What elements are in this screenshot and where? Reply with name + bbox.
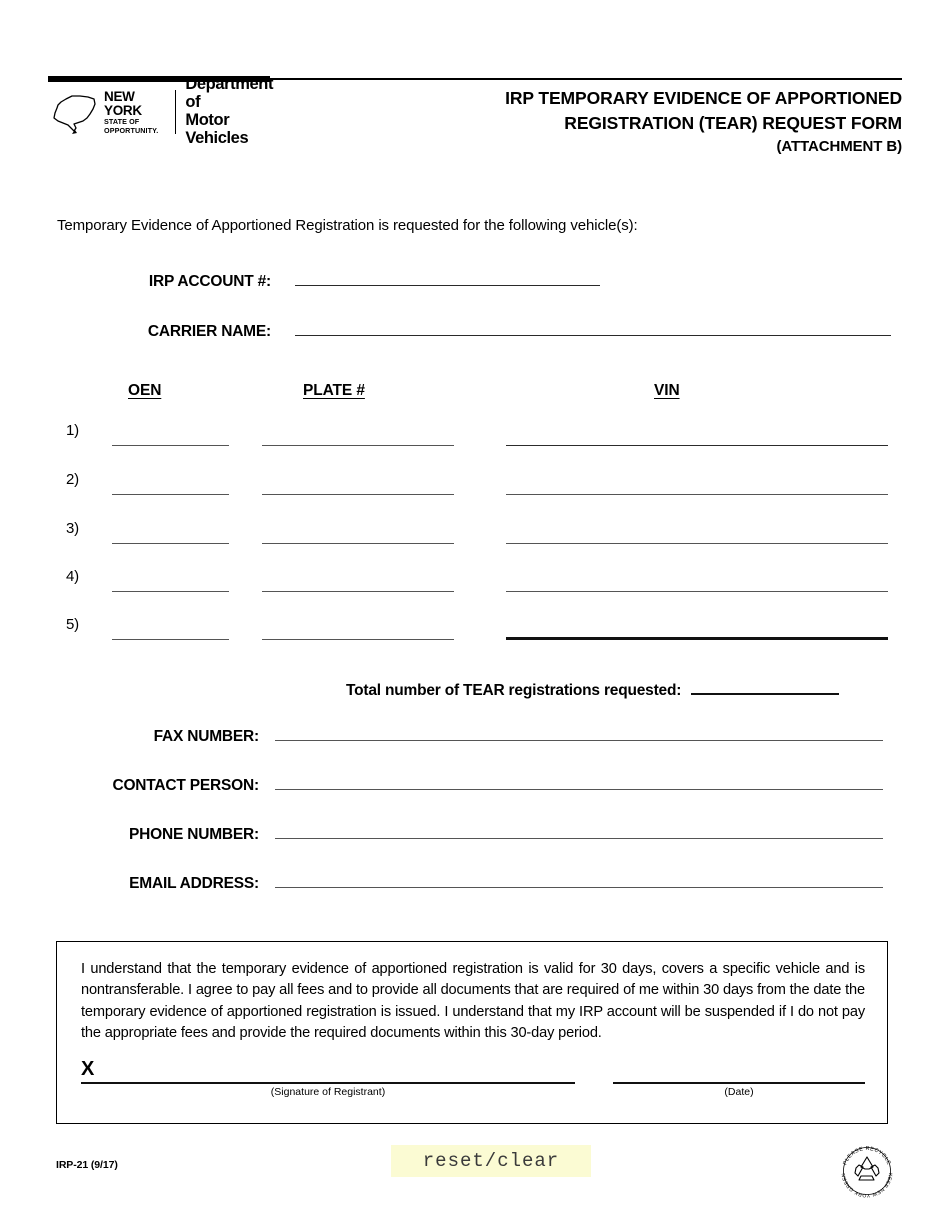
- signature-caption: (Signature of Registrant): [270, 1086, 386, 1098]
- total-registrations-row: Total number of TEAR registrations reque…: [346, 676, 840, 700]
- svg-text:PLEASE RECYCLE: PLEASE RECYCLE: [842, 1146, 891, 1166]
- column-header-oen: OEN: [128, 382, 162, 399]
- vin-input-2[interactable]: [506, 494, 888, 495]
- plate-input-4[interactable]: [262, 591, 454, 592]
- irp-account-input[interactable]: [295, 268, 600, 286]
- carrier-name-label: CARRIER NAME:: [147, 323, 271, 340]
- table-row: 4): [66, 568, 888, 592]
- irp-account-label: IRP ACCOUNT #:: [148, 273, 271, 290]
- email-address-input[interactable]: [275, 870, 883, 888]
- vin-input-1[interactable]: [506, 445, 888, 446]
- contact-person-label: CONTACT PERSON:: [112, 777, 259, 794]
- total-registrations-label: Total number of TEAR registrations reque…: [346, 682, 682, 699]
- fax-number-label: FAX NUMBER:: [153, 728, 260, 745]
- oen-input-3[interactable]: [112, 543, 229, 544]
- fax-number-input[interactable]: [275, 723, 883, 741]
- vin-input-4[interactable]: [506, 591, 888, 592]
- signature-area: X (Signature of Registrant) (Date): [57, 1059, 887, 1111]
- logo-agency-name: Department of Motor Vehicles: [185, 76, 280, 147]
- form-title: IRP TEMPORARY EVIDENCE OF APPORTIONED RE…: [362, 86, 902, 157]
- table-row: 2): [66, 471, 888, 495]
- plate-input-5[interactable]: [262, 639, 454, 640]
- table-row: 3): [66, 520, 888, 544]
- logo-opportunity: OPPORTUNITY.: [104, 125, 159, 135]
- contact-person-row: CONTACT PERSON:: [56, 772, 883, 795]
- logo-department-of: Department of: [185, 75, 274, 112]
- attestation-text: I understand that the temporary evidence…: [81, 961, 865, 1041]
- contact-person-input[interactable]: [275, 772, 883, 790]
- phone-number-row: PHONE NUMBER:: [56, 821, 883, 844]
- form-title-line1: IRP TEMPORARY EVIDENCE OF APPORTIONED: [505, 88, 902, 108]
- oen-input-2[interactable]: [112, 494, 229, 495]
- table-row: 5): [66, 616, 888, 640]
- phone-number-label: PHONE NUMBER:: [128, 826, 259, 843]
- date-caption: (Date): [724, 1086, 754, 1098]
- header-rule-thin: [270, 78, 902, 80]
- row-number: 5): [66, 616, 79, 633]
- row-number: 1): [66, 422, 79, 439]
- email-address-row: EMAIL ADDRESS:: [56, 870, 883, 893]
- signature-input[interactable]: [81, 1082, 575, 1084]
- email-address-label: EMAIL ADDRESS:: [129, 875, 259, 892]
- plate-input-3[interactable]: [262, 543, 454, 544]
- signature-x-mark: X: [81, 1058, 95, 1080]
- logo-divider: [175, 90, 177, 134]
- carrier-name-input[interactable]: [295, 318, 891, 336]
- fax-number-row: FAX NUMBER:: [56, 723, 883, 746]
- intro-text: Temporary Evidence of Apportioned Regist…: [57, 217, 638, 234]
- row-number: 2): [66, 471, 79, 488]
- date-input[interactable]: [613, 1082, 865, 1084]
- reset-clear-button[interactable]: reset/clear: [391, 1145, 591, 1177]
- plate-input-1[interactable]: [262, 445, 454, 446]
- plate-input-2[interactable]: [262, 494, 454, 495]
- attestation-box: I understand that the temporary evidence…: [56, 941, 888, 1124]
- recycle-top-text: PLEASE RECYCLE: [842, 1146, 891, 1166]
- row-number: 3): [66, 520, 79, 537]
- form-code: IRP-21 (9/17): [56, 1159, 118, 1171]
- vin-input-3[interactable]: [506, 543, 888, 544]
- form-title-line2: REGISTRATION (TEAR) REQUEST FORM: [564, 112, 902, 133]
- column-header-plate: PLATE #: [303, 382, 365, 399]
- nysdmv-logo: NEW YORK STATE OF OPPORTUNITY. Departmen…: [50, 76, 280, 147]
- column-header-vin: VIN: [654, 382, 680, 399]
- table-row: 1): [66, 422, 888, 446]
- logo-new-york: NEW YORK: [104, 89, 142, 118]
- form-page: NEW YORK STATE OF OPPORTUNITY. Departmen…: [0, 0, 950, 1230]
- phone-number-input[interactable]: [275, 821, 883, 839]
- logo-motor-vehicles: Motor Vehicles: [185, 111, 249, 147]
- total-registrations-input[interactable]: [691, 676, 840, 695]
- form-title-attachment: (ATTACHMENT B): [776, 137, 902, 155]
- irp-account-row: IRP ACCOUNT #:: [56, 268, 600, 291]
- vin-input-5[interactable]: [506, 637, 888, 640]
- oen-input-4[interactable]: [112, 591, 229, 592]
- logo-state-of: STATE OF: [104, 117, 140, 127]
- please-recycle-icon: PLEASE RECYCLE KEEP NEW YORK GREEN: [841, 1146, 893, 1198]
- new-york-state-outline-icon: [53, 95, 96, 134]
- carrier-name-row: CARRIER NAME:: [56, 318, 891, 341]
- row-number: 4): [66, 568, 79, 585]
- oen-input-1[interactable]: [112, 445, 229, 446]
- logo-wordmark: NEW YORK STATE OF OPPORTUNITY.: [104, 89, 165, 135]
- oen-input-5[interactable]: [112, 639, 229, 640]
